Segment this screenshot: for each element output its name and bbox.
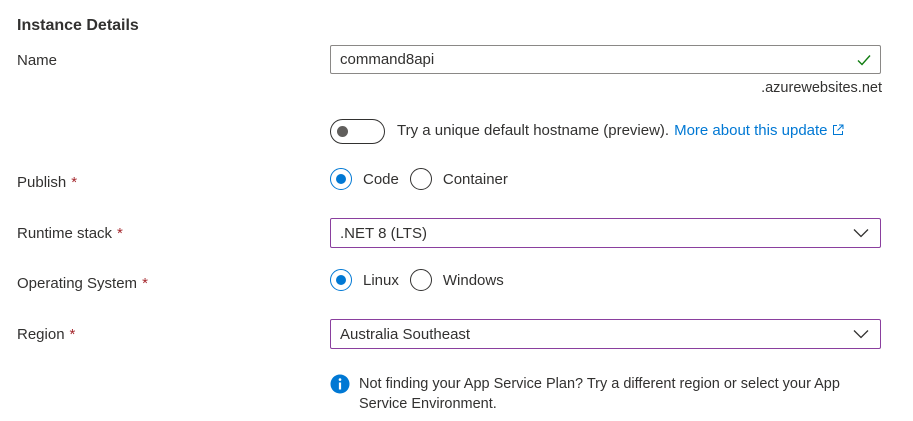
- required-mark: *: [117, 225, 123, 242]
- radio-unselected-icon[interactable]: [409, 269, 432, 291]
- name-label: Name: [17, 52, 57, 69]
- publish-label-text: Publish: [17, 174, 67, 191]
- chevron-down-icon[interactable]: [853, 329, 869, 339]
- section-title: Instance Details: [17, 17, 139, 34]
- unique-hostname-toggle[interactable]: [330, 119, 385, 144]
- name-field[interactable]: [330, 45, 881, 74]
- publish-option-container[interactable]: Container: [409, 168, 508, 190]
- required-mark: *: [71, 174, 78, 191]
- publish-option-code[interactable]: Code: [330, 168, 399, 190]
- unique-hostname-row: Try a unique default hostname (preview).…: [397, 122, 844, 139]
- publish-radio-group: Code Container: [330, 168, 519, 190]
- operating-system-label: Operating System *: [17, 275, 148, 292]
- check-icon: [857, 55, 871, 66]
- runtime-stack-label-text: Runtime stack: [17, 225, 113, 242]
- name-input[interactable]: [340, 51, 840, 68]
- publish-option-container-label[interactable]: Container: [443, 171, 508, 188]
- os-option-linux[interactable]: Linux: [330, 269, 399, 291]
- publish-option-code-label[interactable]: Code: [363, 171, 399, 188]
- runtime-stack-value[interactable]: .NET 8 (LTS): [340, 225, 427, 242]
- instance-details-form: Instance Details Name .azurewebsites.net…: [0, 0, 913, 421]
- external-link-icon[interactable]: [832, 124, 844, 136]
- runtime-stack-label: Runtime stack *: [17, 225, 123, 242]
- operating-system-radio-group: Linux Windows: [330, 269, 515, 291]
- runtime-stack-dropdown[interactable]: .NET 8 (LTS): [330, 218, 881, 248]
- region-value[interactable]: Australia Southeast: [340, 326, 470, 343]
- publish-label: Publish *: [17, 174, 77, 191]
- domain-suffix: .azurewebsites.net: [761, 80, 882, 96]
- radio-selected-icon[interactable]: [330, 168, 352, 190]
- more-about-update-link-text[interactable]: More about this update: [674, 122, 827, 139]
- os-option-windows-label[interactable]: Windows: [443, 272, 504, 289]
- name-label-text: Name: [17, 52, 58, 69]
- operating-system-label-text: Operating System: [17, 275, 138, 292]
- info-icon: [330, 374, 350, 394]
- unique-hostname-text: Try a unique default hostname (preview).: [397, 122, 670, 139]
- chevron-down-icon[interactable]: [853, 228, 869, 238]
- region-dropdown[interactable]: Australia Southeast: [330, 319, 881, 349]
- radio-unselected-icon[interactable]: [409, 168, 432, 190]
- region-label-text: Region: [17, 326, 65, 343]
- required-mark: *: [142, 275, 148, 292]
- region-label: Region *: [17, 326, 75, 343]
- os-option-windows[interactable]: Windows: [409, 269, 504, 291]
- radio-selected-icon[interactable]: [330, 269, 352, 291]
- os-option-linux-label[interactable]: Linux: [363, 272, 399, 289]
- required-mark: *: [69, 326, 76, 343]
- toggle-knob: [337, 126, 348, 137]
- more-about-update-link[interactable]: More about this update: [674, 122, 844, 139]
- app-service-plan-info: Not finding your App Service Plan? Try a…: [359, 376, 840, 412]
